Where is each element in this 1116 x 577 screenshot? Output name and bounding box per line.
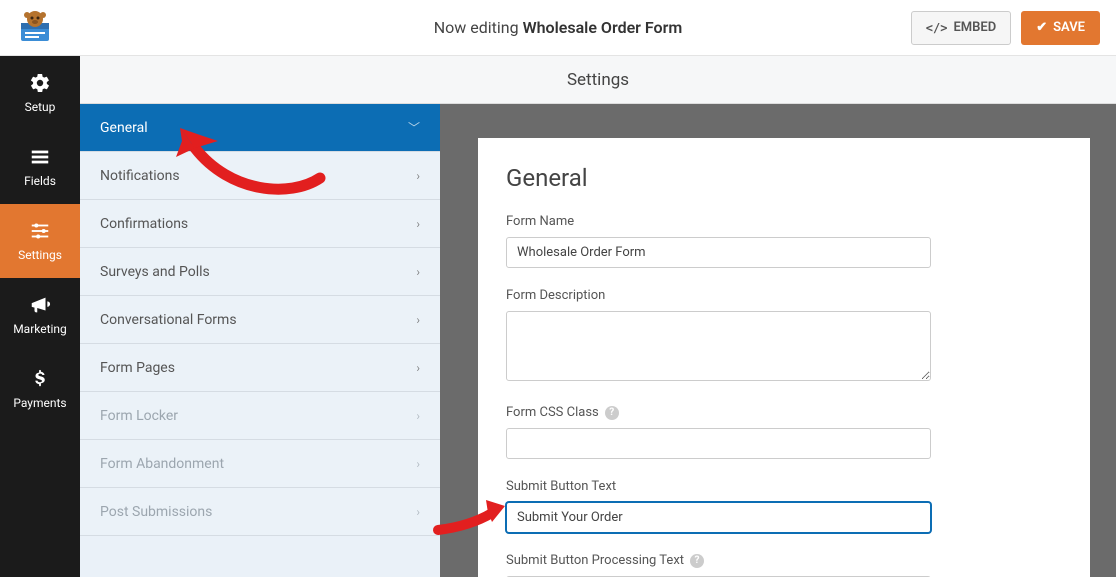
form-description-input[interactable] <box>506 311 931 381</box>
field-form-name: Form Name <box>506 214 1062 268</box>
list-icon <box>29 146 51 168</box>
content-title: Settings <box>567 70 629 90</box>
rail-item-setup[interactable]: Setup <box>0 56 80 130</box>
submenu-item-label: Form Pages <box>100 360 175 376</box>
settings-submenu: General ﹀ Notifications › Confirmations … <box>80 104 440 577</box>
content-header: Settings <box>80 56 1116 104</box>
rail-item-settings[interactable]: Settings <box>0 204 80 278</box>
chevron-right-icon: › <box>416 409 420 423</box>
embed-button[interactable]: </> EMBED <box>911 11 1011 45</box>
submenu-item-form-pages[interactable]: Form Pages › <box>80 344 440 392</box>
wpforms-logo <box>8 8 62 48</box>
submenu-item-general[interactable]: General ﹀ <box>80 104 440 152</box>
rail-label: Payments <box>13 396 66 410</box>
submit-text-label: Submit Button Text <box>506 479 1062 494</box>
content-body: General ﹀ Notifications › Confirmations … <box>80 104 1116 577</box>
gear-icon <box>29 72 51 94</box>
rail-item-fields[interactable]: Fields <box>0 130 80 204</box>
top-bar: Now editing Wholesale Order Form </> EMB… <box>0 0 1116 56</box>
submenu-item-form-locker: Form Locker › <box>80 392 440 440</box>
rail-label: Fields <box>24 174 56 188</box>
submenu-item-conversational[interactable]: Conversational Forms › <box>80 296 440 344</box>
megaphone-icon <box>29 294 51 316</box>
submenu-item-label: Form Locker <box>100 408 178 424</box>
help-icon[interactable]: ? <box>605 406 619 420</box>
content-column: Settings General ﹀ Notifications › Confi… <box>80 56 1116 577</box>
rail-label: Settings <box>18 248 62 262</box>
submit-processing-label: Submit Button Processing Text ? <box>506 553 1062 568</box>
submenu-item-label: General <box>100 120 148 136</box>
chevron-right-icon: › <box>416 313 420 327</box>
main: Setup Fields Settings Marketing Payments… <box>0 56 1116 577</box>
submenu-item-label: Surveys and Polls <box>100 264 210 280</box>
sliders-icon <box>29 220 51 242</box>
check-icon: ✔ <box>1036 20 1047 35</box>
submenu-item-label: Conversational Forms <box>100 312 237 328</box>
submenu-item-post-submissions: Post Submissions › <box>80 488 440 536</box>
chevron-right-icon: › <box>416 217 420 231</box>
submenu-item-label: Confirmations <box>100 216 188 232</box>
submenu-item-form-abandonment: Form Abandonment › <box>80 440 440 488</box>
form-css-input[interactable] <box>506 428 931 459</box>
submenu-item-label: Notifications <box>100 168 180 184</box>
field-form-description: Form Description <box>506 288 1062 385</box>
embed-label: EMBED <box>953 20 996 35</box>
submenu-item-notifications[interactable]: Notifications › <box>80 152 440 200</box>
field-form-css: Form CSS Class ? <box>506 405 1062 459</box>
editing-form-title: Wholesale Order Form <box>523 18 683 37</box>
embed-code-icon: </> <box>926 21 948 35</box>
dollar-icon <box>29 368 51 390</box>
chevron-right-icon: › <box>416 169 420 183</box>
form-name-label: Form Name <box>506 214 1062 229</box>
field-submit-processing: Submit Button Processing Text ? <box>506 553 1062 577</box>
chevron-right-icon: › <box>416 505 420 519</box>
left-rail: Setup Fields Settings Marketing Payments <box>0 56 80 577</box>
submenu-item-surveys[interactable]: Surveys and Polls › <box>80 248 440 296</box>
chevron-right-icon: › <box>416 361 420 375</box>
field-submit-text: Submit Button Text <box>506 479 1062 533</box>
panel-heading: General <box>506 164 1062 192</box>
rail-label: Setup <box>25 100 56 114</box>
top-actions: </> EMBED ✔ SAVE <box>911 11 1100 45</box>
chevron-down-icon: ﹀ <box>408 119 420 136</box>
submenu-item-label: Form Abandonment <box>100 456 224 472</box>
submenu-item-label: Post Submissions <box>100 504 212 520</box>
submit-text-input[interactable] <box>506 502 931 533</box>
panel-wrap: General Form Name Form Description Form … <box>440 104 1116 577</box>
rail-label: Marketing <box>13 322 67 336</box>
submenu-item-confirmations[interactable]: Confirmations › <box>80 200 440 248</box>
editing-prefix: Now editing <box>434 18 519 37</box>
form-description-label: Form Description <box>506 288 1062 303</box>
chevron-right-icon: › <box>416 457 420 471</box>
chevron-right-icon: › <box>416 265 420 279</box>
form-name-input[interactable] <box>506 237 931 268</box>
rail-item-marketing[interactable]: Marketing <box>0 278 80 352</box>
save-button[interactable]: ✔ SAVE <box>1021 11 1100 45</box>
save-label: SAVE <box>1053 20 1085 35</box>
rail-item-payments[interactable]: Payments <box>0 352 80 426</box>
settings-panel: General Form Name Form Description Form … <box>478 138 1090 577</box>
help-icon[interactable]: ? <box>690 554 704 568</box>
form-css-label: Form CSS Class ? <box>506 405 1062 420</box>
